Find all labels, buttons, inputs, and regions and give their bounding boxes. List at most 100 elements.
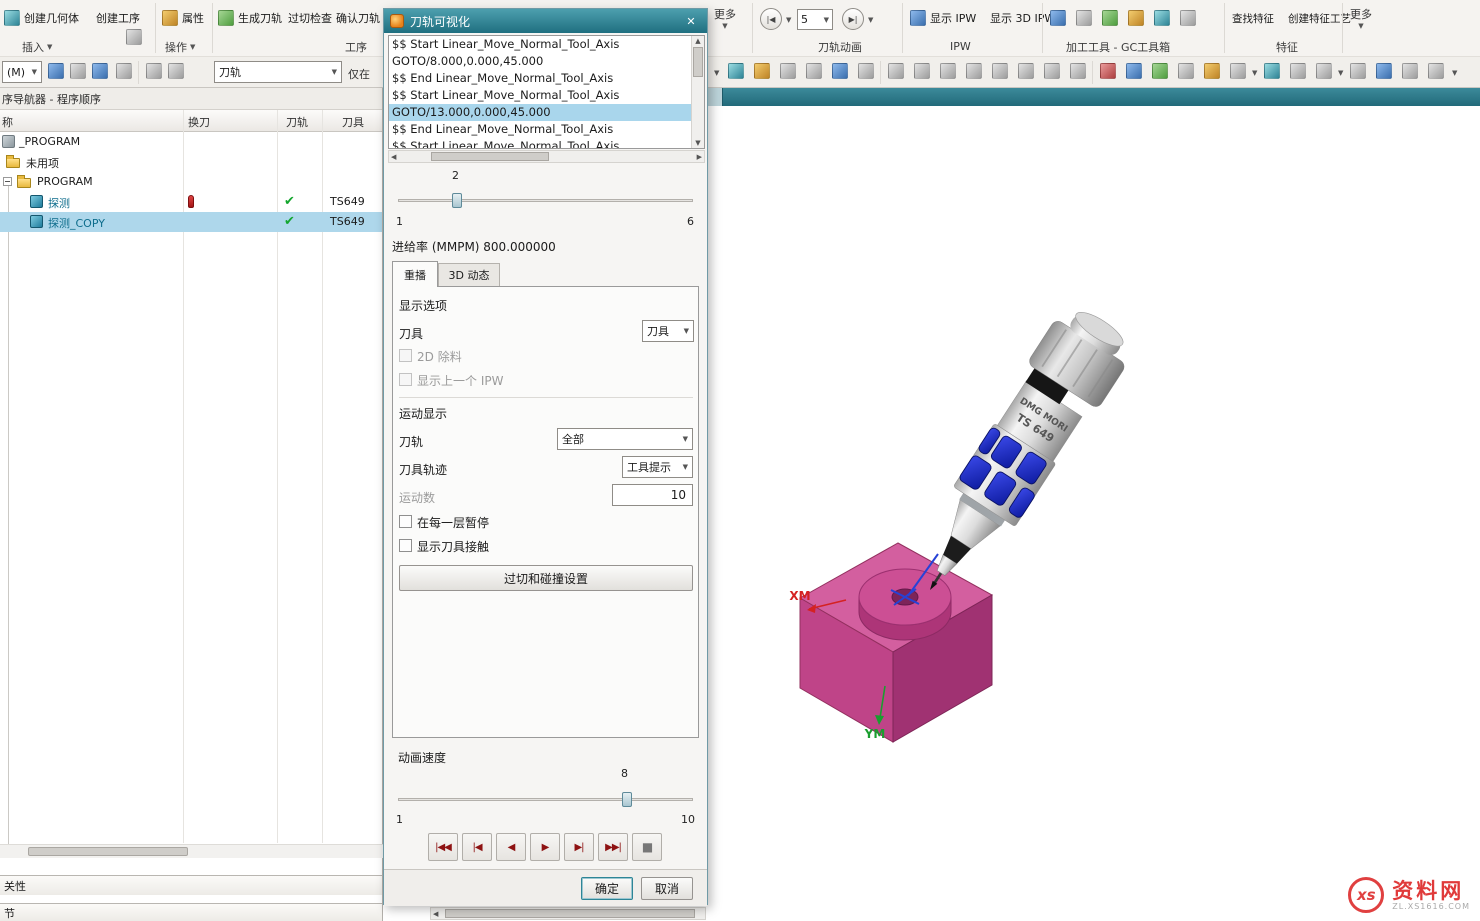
play-reverse-button[interactable]: ◀ [496, 833, 526, 861]
properties-button[interactable]: 属性 [162, 7, 204, 29]
scroll-left-icon[interactable]: ◀ [391, 153, 396, 161]
gcode-list[interactable]: $$ Start Linear_Move_Normal_Tool_Axis GO… [388, 35, 705, 149]
table-row-program[interactable]: PROGRAM [0, 172, 382, 192]
step-back-button[interactable]: |◀ [462, 833, 492, 861]
gouge-check-button[interactable]: 过切检查 [288, 7, 332, 29]
show-tool-contact-checkbox[interactable] [399, 539, 412, 552]
point-icon[interactable] [940, 63, 956, 79]
dialog-titlebar[interactable]: 刀轨可视化 ✕ [384, 9, 707, 33]
forward-options-icon[interactable]: ▼ [868, 16, 873, 24]
more-left-button[interactable]: 更多▼ [714, 6, 736, 30]
gc-tool-icon-3[interactable] [1102, 10, 1118, 26]
plus-icon[interactable] [992, 63, 1008, 79]
tool-trace-combo[interactable]: 工具提示▼ [622, 456, 693, 478]
wcs-icon[interactable] [1402, 63, 1418, 79]
selection-scope-combo[interactable]: (M)▼ [2, 61, 42, 83]
perspective-icon[interactable] [1350, 63, 1366, 79]
wireframe-view-icon[interactable] [1204, 63, 1220, 79]
dependencies-section-bar[interactable]: 关性 [0, 875, 382, 895]
verify-toolpath-button[interactable]: 确认刀轨 [336, 7, 380, 29]
gcode-line[interactable]: $$ Start Linear_Move_Normal_Tool_Axis [389, 138, 704, 149]
table-row-probe[interactable]: 探测 ✔ TS649 [0, 192, 382, 212]
snapshot-icon[interactable] [1152, 63, 1168, 79]
gcode-line[interactable]: $$ Start Linear_Move_Normal_Tool_Axis [389, 36, 704, 53]
orient-view-icon[interactable] [1230, 63, 1246, 79]
more-right-button[interactable]: 更多▼ [1350, 6, 1372, 30]
gc-tool-icon-4[interactable] [1128, 10, 1144, 26]
show-ipw-button[interactable]: 显示 IPW [910, 7, 976, 29]
scrollbar-thumb[interactable] [28, 847, 188, 856]
assembly-icon[interactable] [728, 63, 744, 79]
tool-display-combo[interactable]: 刀具▼ [642, 320, 694, 342]
line-slider-track[interactable] [398, 199, 693, 202]
play-button[interactable]: ▶ [530, 833, 560, 861]
gc-tool-icon-6[interactable] [1180, 10, 1196, 26]
show-3d-ipw-button[interactable]: 显示 3D IPW [990, 7, 1055, 29]
spline-icon[interactable] [914, 63, 930, 79]
select-filter-icon[interactable] [70, 63, 86, 79]
column-toolpath[interactable]: 刀轨 [286, 114, 308, 130]
gc-tool-icon-2[interactable] [1076, 10, 1092, 26]
ok-button[interactable]: 确定 [581, 877, 633, 900]
create-geometry-button[interactable]: 创建几何体 [4, 7, 79, 29]
edit-section-icon[interactable] [1100, 63, 1116, 79]
toolpath-filter-combo[interactable]: 刀轨▼ [214, 61, 342, 83]
window-hscrollbar[interactable]: ◀ [430, 907, 706, 920]
pause-each-level-checkbox[interactable] [399, 515, 412, 528]
view-options-icon[interactable]: ▼ [1252, 69, 1257, 77]
selection-group-icon[interactable] [116, 63, 132, 79]
tab-3d-dynamic[interactable]: 3D 动态 [438, 263, 500, 287]
scroll-up-icon[interactable]: ▲ [692, 37, 704, 45]
circle-icon[interactable] [966, 63, 982, 79]
cancel-button[interactable]: 取消 [641, 877, 693, 900]
stop-button[interactable]: ■ [632, 833, 662, 861]
constraint-icon[interactable] [754, 63, 770, 79]
2d-removal-checkbox[interactable] [399, 349, 412, 362]
motion-count-input[interactable]: 10 [612, 484, 693, 506]
play-to-end-button[interactable]: ▶▶| [598, 833, 628, 861]
zoom-icon[interactable] [1290, 63, 1306, 79]
scrollbar-thumb[interactable] [445, 909, 695, 918]
play-to-start-button[interactable]: |◀◀ [428, 833, 458, 861]
move-component-icon[interactable] [780, 63, 796, 79]
shaded-view-icon[interactable] [1178, 63, 1194, 79]
sim-speed-spinner[interactable]: 5▼ [797, 9, 833, 30]
gcode-vscrollbar[interactable]: ▲ ▼ [691, 36, 704, 148]
analysis-icon[interactable] [168, 63, 184, 79]
column-toolchange[interactable]: 换刀 [188, 114, 210, 130]
graphics-viewport[interactable]: XM YM [708, 88, 1480, 921]
datum-plane-icon[interactable] [806, 63, 822, 79]
show-prev-ipw-checkbox[interactable] [399, 373, 412, 386]
gcode-line-selected[interactable]: GOTO/13.000,0.000,45.000 [389, 104, 704, 121]
offset-icon[interactable] [1070, 63, 1086, 79]
column-tool[interactable]: 刀具 [342, 114, 364, 130]
trim-icon[interactable] [1044, 63, 1060, 79]
window-icon[interactable] [1126, 63, 1142, 79]
gcode-line[interactable]: $$ Start Linear_Move_Normal_Tool_Axis [389, 87, 704, 104]
toolpath-display-combo[interactable]: 全部▼ [557, 428, 693, 450]
generate-toolpath-button[interactable]: 生成刀轨 [218, 7, 282, 29]
table-row-unused[interactable]: 未用项 [0, 152, 382, 172]
sim-forward-button[interactable]: ▶| [842, 8, 864, 30]
scrollbar-thumb[interactable] [431, 152, 549, 161]
pencil-icon[interactable] [1018, 63, 1034, 79]
gouge-collision-settings-button[interactable]: 过切和碰撞设置 [399, 565, 693, 591]
group-label-insert[interactable]: 插入▼ [22, 39, 52, 54]
render-options-icon[interactable]: ▼ [1338, 69, 1343, 77]
speed-slider-handle[interactable] [622, 792, 632, 807]
rewind-options-icon[interactable]: ▼ [786, 16, 791, 24]
column-name[interactable]: 称 [2, 114, 13, 130]
sim-rewind-button[interactable]: |◀ [760, 8, 782, 30]
scroll-right-icon[interactable]: ▶ [697, 153, 702, 161]
fit-view-icon[interactable] [1264, 63, 1280, 79]
layer-icon[interactable] [1376, 63, 1392, 79]
tools-icon[interactable] [1428, 63, 1444, 79]
gcode-hscrollbar[interactable]: ◀ ▶ [388, 150, 705, 163]
pan-icon[interactable] [1316, 63, 1332, 79]
viewport-tab-chip[interactable] [708, 88, 723, 106]
insert-extra-button[interactable] [126, 26, 142, 48]
line-slider-handle[interactable] [452, 193, 462, 208]
more-view-tools-icon[interactable]: ▼ [1452, 69, 1457, 77]
navigator-hscrollbar[interactable] [0, 844, 383, 858]
sketch-icon[interactable] [832, 63, 848, 79]
